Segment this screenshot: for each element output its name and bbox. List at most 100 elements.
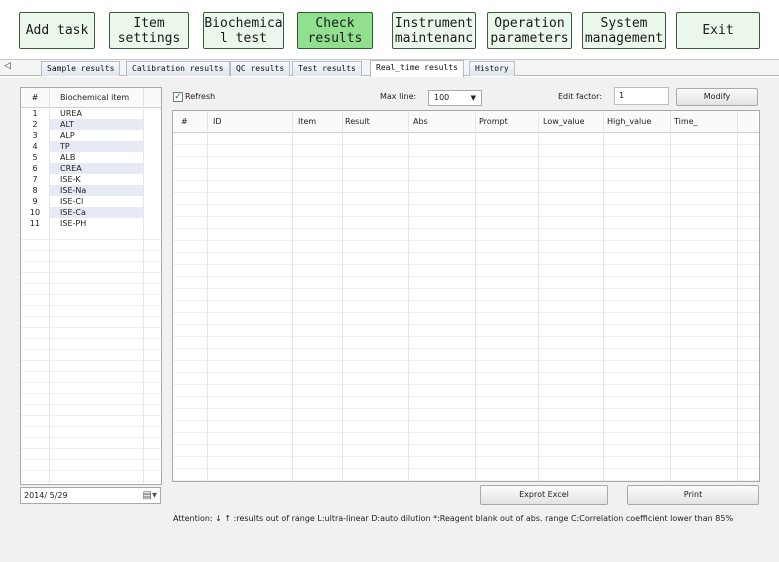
item-number: 5 [32,153,38,162]
table-row[interactable] [173,145,759,157]
system-management-button[interactable]: System management [582,12,666,49]
check-results-button[interactable]: Check results [297,12,373,49]
biochemical-item-list[interactable]: # Biochemical item 1 UREA 2 ALT 3 ALP 4 TP 5 ALB 6… [20,87,162,485]
table-row[interactable] [173,241,759,253]
item-number: 10 [29,208,41,217]
refresh-checkbox[interactable]: ✓ [173,92,183,102]
list-item[interactable]: 10 ISE-Ca [21,207,161,218]
list-item[interactable]: 11 ISE-PH [21,218,161,229]
edit-factor-input[interactable]: 1 [614,87,669,105]
item-name: ALB [60,153,76,162]
table-row[interactable] [173,133,759,145]
item-name: ISE-Ca [49,207,143,218]
list-item[interactable]: 2 ALT [21,119,161,130]
list-item[interactable]: 4 TP [21,141,161,152]
table-row[interactable] [173,373,759,385]
item-settings-button[interactable]: Item settings [109,12,189,49]
main-toolbar: Add task Item settings Biochemica l test… [0,0,779,56]
tab-qc-results[interactable]: QC results [230,61,291,76]
grid-column-divider [603,111,604,481]
item-number: 11 [29,219,41,228]
list-item[interactable]: 9 ISE-Cl [21,196,161,207]
max-line-select[interactable]: 100 ▼ [428,90,482,106]
attention-legend: Attention: ↓ ↑ :results out of range L:u… [173,514,734,523]
empty-row [21,460,161,471]
tab-scroll-left-icon[interactable]: ◁ [4,61,11,71]
empty-row [21,262,161,273]
list-item[interactable]: 8 ISE-Na [21,185,161,196]
empty-row [21,405,161,416]
exit-button[interactable]: Exit [676,12,760,49]
table-row[interactable] [173,289,759,301]
operation-parameters-button[interactable]: Operation parameters [487,12,572,49]
item-name: ISE-Na [49,185,143,196]
list-item[interactable]: 7 ISE-K [21,174,161,185]
table-row[interactable] [173,205,759,217]
table-row[interactable] [173,385,759,397]
modify-button[interactable]: Modify [676,88,758,106]
table-row[interactable] [173,265,759,277]
table-row[interactable] [173,313,759,325]
table-row[interactable] [173,433,759,445]
column-item-header: Item [298,117,317,126]
table-row[interactable] [173,409,759,421]
grid-column-divider [737,111,738,481]
table-row[interactable] [173,469,759,481]
calendar-dropdown-icon[interactable]: ▤▾ [143,490,157,501]
add-task-button[interactable]: Add task [19,12,95,49]
tab-real-time-results[interactable]: Real_time results [370,60,464,77]
empty-row [21,328,161,339]
instrument-maintenance-button[interactable]: Instrument maintenanc [392,12,476,49]
list-item[interactable]: 6 CREA [21,163,161,174]
item-list-empty-rows [21,229,161,484]
table-row[interactable] [173,193,759,205]
table-row[interactable] [173,253,759,265]
table-row[interactable] [173,457,759,469]
real-time-results-grid[interactable]: # ID Item Result Abs Prompt Low_value Hi… [172,110,760,482]
item-name: ALP [60,131,75,140]
empty-row [21,438,161,449]
date-value: 2014/ 5/29 [24,491,68,500]
tab-test-results[interactable]: Test results [292,61,362,76]
table-row[interactable] [173,421,759,433]
item-name: ISE-Cl [60,197,84,206]
list-item[interactable]: 5 ALB [21,152,161,163]
table-row[interactable] [173,337,759,349]
item-list-header: # Biochemical item [21,88,161,108]
item-name: ISE-K [60,175,81,184]
table-row[interactable] [173,445,759,457]
print-button[interactable]: Print [627,485,759,505]
table-row[interactable] [173,217,759,229]
table-row[interactable] [173,349,759,361]
table-row[interactable] [173,169,759,181]
tab-sample-results[interactable]: Sample results [41,61,121,76]
empty-row [21,240,161,251]
table-row[interactable] [173,361,759,373]
export-excel-button[interactable]: Exprot Excel [480,485,608,505]
grid-column-divider [475,111,476,481]
grid-column-divider [408,111,409,481]
table-row[interactable] [173,301,759,313]
table-row[interactable] [173,397,759,409]
biochemical-test-button[interactable]: Biochemica l test [203,12,284,49]
item-name: ISE-PH [60,219,87,228]
tab-calibration-results[interactable]: Calibration results [126,61,230,76]
tab-history[interactable]: History [469,61,515,76]
empty-row [21,317,161,328]
table-row[interactable] [173,325,759,337]
empty-row [21,350,161,361]
grid-column-divider [342,111,343,481]
results-grid-header: # ID Item Result Abs Prompt Low_value Hi… [173,111,759,133]
date-picker[interactable]: 2014/ 5/29 ▤▾ [20,487,161,504]
list-item[interactable]: 1 UREA [21,108,161,119]
item-name: ALT [49,119,143,130]
table-row[interactable] [173,229,759,241]
list-item[interactable]: 3 ALP [21,130,161,141]
empty-row [21,471,161,482]
table-row[interactable] [173,157,759,169]
results-grid-rows [173,133,759,481]
table-row[interactable] [173,277,759,289]
item-list-column-divider [49,88,50,484]
table-row[interactable] [173,181,759,193]
empty-row [21,273,161,284]
